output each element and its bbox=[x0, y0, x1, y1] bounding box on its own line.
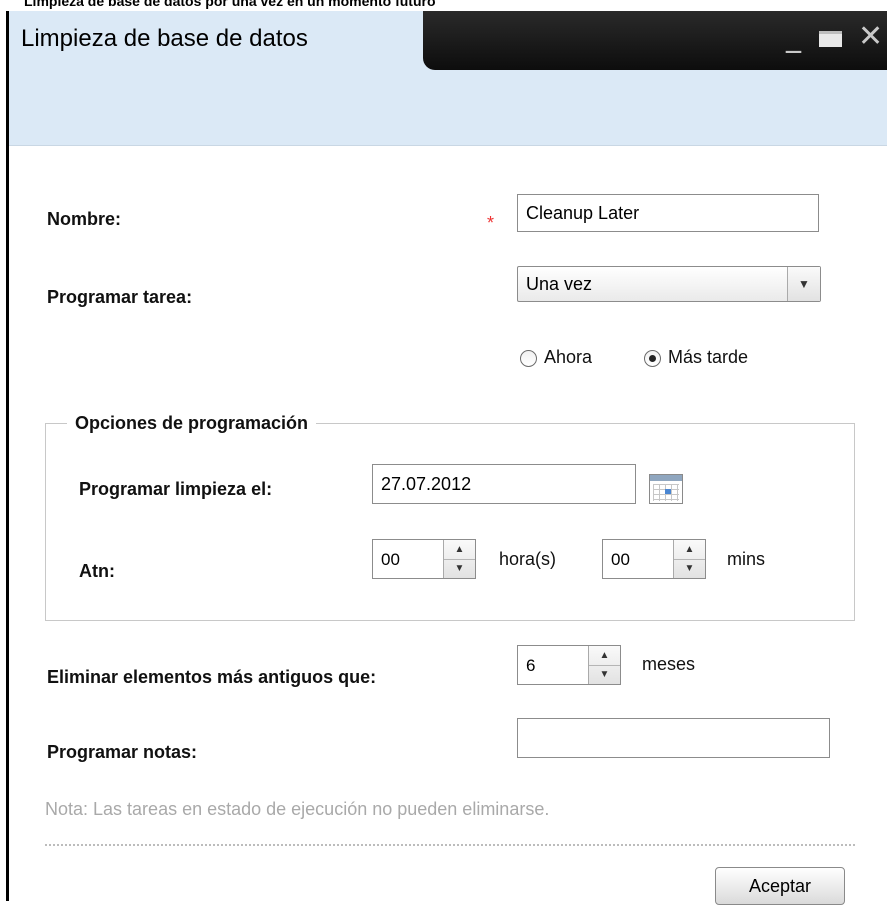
schedule-date-label: Programar limpieza el: bbox=[79, 479, 273, 499]
dialog-header: Limpieza de base de datos _ ✕ bbox=[9, 11, 887, 146]
name-label: Nombre: bbox=[47, 209, 122, 229]
info-note: Nota: Las tareas en estado de ejecución … bbox=[45, 799, 550, 819]
mins-down-icon[interactable]: ▼ bbox=[674, 559, 705, 578]
purge-label: Eliminar elementos más antiguos que: bbox=[47, 667, 377, 687]
mins-value[interactable]: 00 bbox=[611, 550, 630, 570]
schedule-options-group bbox=[45, 423, 855, 621]
mins-unit-label: mins bbox=[727, 549, 766, 569]
close-icon[interactable]: ✕ bbox=[858, 19, 883, 54]
radio-now[interactable] bbox=[520, 350, 537, 367]
purge-down-icon[interactable]: ▼ bbox=[589, 665, 620, 684]
schedule-options-legend: Opciones de programación bbox=[67, 413, 317, 434]
title-bar-controls bbox=[423, 11, 887, 70]
required-marker: * bbox=[487, 213, 495, 233]
hours-down-icon[interactable]: ▼ bbox=[444, 559, 475, 578]
hours-stepper[interactable]: 00 ▲ ▼ bbox=[372, 539, 476, 579]
radio-later[interactable] bbox=[644, 350, 661, 367]
chevron-down-icon[interactable]: ▼ bbox=[787, 267, 820, 301]
schedule-date-input[interactable]: 27.07.2012 bbox=[372, 464, 636, 504]
mins-stepper[interactable]: 00 ▲ ▼ bbox=[602, 539, 706, 579]
hours-unit-label: hora(s) bbox=[499, 549, 557, 569]
schedule-select-value: Una vez bbox=[526, 274, 593, 294]
dialog-window: Limpieza de base de datos _ ✕ Nombre: * … bbox=[6, 11, 887, 905]
maximize-icon[interactable] bbox=[819, 31, 842, 47]
minimize-icon[interactable]: _ bbox=[786, 19, 801, 54]
hours-up-icon[interactable]: ▲ bbox=[444, 540, 475, 560]
purge-months-value[interactable]: 6 bbox=[526, 656, 535, 676]
notes-input[interactable] bbox=[517, 718, 830, 758]
mins-up-icon[interactable]: ▲ bbox=[674, 540, 705, 560]
purge-up-icon[interactable]: ▲ bbox=[589, 646, 620, 666]
hours-value[interactable]: 00 bbox=[381, 550, 400, 570]
divider bbox=[45, 844, 855, 846]
title-tab: Limpieza de base de datos bbox=[9, 11, 423, 69]
radio-selected-dot bbox=[649, 355, 656, 362]
radio-later-label[interactable]: Más tarde bbox=[668, 347, 748, 368]
accept-button[interactable]: Aceptar bbox=[715, 867, 845, 905]
radio-now-label[interactable]: Ahora bbox=[544, 347, 592, 368]
purge-months-stepper[interactable]: 6 ▲ ▼ bbox=[517, 645, 621, 685]
calendar-icon[interactable] bbox=[649, 474, 683, 504]
notes-label: Programar notas: bbox=[47, 742, 198, 762]
dialog-title: Limpieza de base de datos bbox=[21, 25, 308, 52]
schedule-task-label: Programar tarea: bbox=[47, 287, 193, 307]
purge-unit-label: meses bbox=[642, 654, 696, 674]
time-label: Atn: bbox=[79, 561, 115, 581]
page-caption: Limpieza de base de datos por una vez en… bbox=[24, 0, 436, 9]
schedule-select[interactable]: Una vez ▼ bbox=[517, 266, 821, 302]
name-input[interactable]: Cleanup Later bbox=[517, 194, 819, 232]
